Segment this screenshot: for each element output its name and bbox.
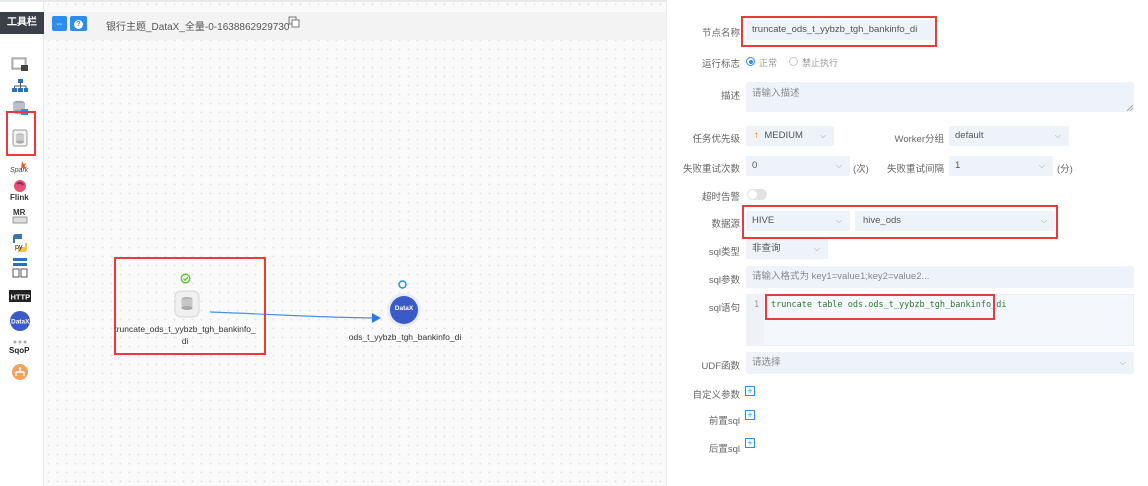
worker-group-value: default	[955, 130, 984, 141]
resize-handle-icon[interactable]	[1127, 105, 1133, 111]
run-flag-forbidden-text: 禁止执行	[802, 58, 839, 68]
chevron-down-icon: ⌵	[835, 161, 842, 170]
sql-statement-highlight	[765, 294, 995, 320]
chevron-down-icon: ⌵	[813, 244, 820, 253]
priority-value: MEDIUM	[764, 130, 803, 141]
chevron-down-icon: ⌵	[1054, 131, 1061, 140]
custom-params-label: 自定义参数	[692, 390, 740, 401]
retry-times-value: 0	[752, 160, 758, 171]
sql-type-select[interactable]: 非查询 ⌵	[746, 239, 828, 259]
retry-times-label: 失败重试次数	[682, 164, 740, 175]
retry-interval-value: 1	[955, 160, 961, 171]
run-flag-forbidden-radio[interactable]	[789, 57, 798, 66]
run-flag-label: 运行标志	[701, 59, 740, 70]
node-name-label: 节点名称	[701, 28, 740, 39]
arrow-up-icon: ↑	[754, 130, 759, 141]
sql-params-input[interactable]: 请输入格式为 key1=value1;key2=value2...	[746, 266, 1134, 288]
worker-group-label: Worker分组	[894, 134, 944, 145]
udf-label: UDF函数	[701, 361, 740, 372]
retry-interval-select[interactable]: 1 ⌵	[949, 156, 1053, 176]
run-flag-normal-radio[interactable]	[746, 57, 755, 66]
udf-select[interactable]: 请选择 ⌵	[746, 352, 1134, 374]
sql-params-label: sql参数	[708, 275, 740, 286]
timeout-alarm-toggle[interactable]	[747, 189, 767, 200]
app-root: 工具栏 Spark Flink MR py HTTP DataX SqoP ⇔ …	[0, 0, 1148, 486]
priority-select[interactable]: ↑ MEDIUM ⌵	[746, 126, 834, 146]
datax-node-label: ods_t_yybzb_tgh_bankinfo_di	[348, 332, 462, 342]
timeout-alarm-label: 超时告警	[701, 192, 740, 203]
plus-icon: +	[747, 410, 753, 420]
datax-node-icon: DataX	[390, 296, 418, 324]
add-post-sql-button[interactable]: +	[745, 438, 755, 448]
add-pre-sql-button[interactable]: +	[745, 410, 755, 420]
datasource-highlight	[742, 205, 1058, 239]
chevron-down-icon: ⌵	[819, 131, 826, 140]
sql-line-number: 1	[754, 300, 760, 310]
pre-sql-label: 前置sql	[708, 416, 740, 427]
info-status-icon	[398, 280, 407, 289]
sql-type-value: 非查询	[752, 243, 781, 254]
edge-arrow-head	[372, 313, 381, 323]
sql-statement-label: sql语句	[708, 303, 740, 314]
chevron-down-icon: ⌵	[1038, 161, 1045, 170]
plus-icon: +	[747, 438, 753, 448]
retry-times-select[interactable]: 0 ⌵	[746, 156, 850, 176]
chevron-down-icon: ⌵	[1119, 358, 1126, 367]
retry-interval-unit: (分)	[1057, 164, 1073, 175]
add-custom-param-button[interactable]: +	[745, 386, 755, 396]
retry-interval-label: 失败重试间隔	[886, 164, 944, 175]
udf-placeholder: 请选择	[752, 357, 781, 368]
plus-icon: +	[747, 386, 753, 396]
desc-label: 描述	[720, 91, 740, 102]
priority-label: 任务优先级	[692, 134, 740, 145]
desc-textarea[interactable]: 请输入描述	[746, 82, 1134, 112]
sql-node-highlight	[114, 257, 266, 355]
datasource-label: 数据源	[711, 219, 740, 230]
node-name-highlight	[741, 16, 937, 47]
sql-type-label: sql类型	[708, 247, 740, 258]
datax-node-icon-text: DataX	[394, 305, 414, 312]
worker-group-select[interactable]: default ⌵	[949, 126, 1069, 146]
dag-edge-layer	[209, 311, 381, 323]
post-sql-label: 后置sql	[708, 444, 740, 455]
run-flag-normal-text: 正常	[759, 58, 778, 68]
